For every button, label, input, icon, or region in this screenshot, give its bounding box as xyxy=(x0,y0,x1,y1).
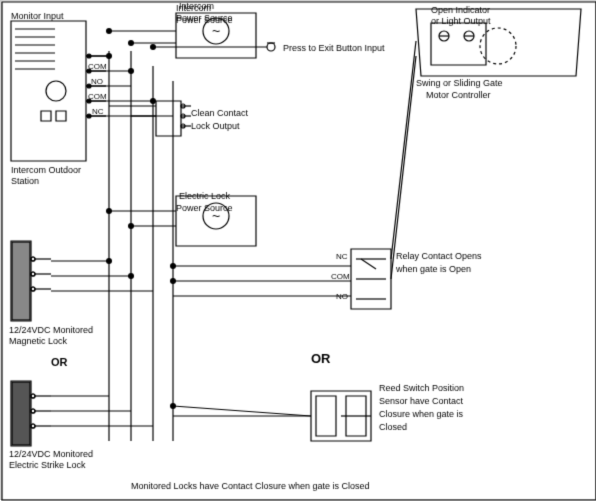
diagram-container xyxy=(0,0,596,500)
